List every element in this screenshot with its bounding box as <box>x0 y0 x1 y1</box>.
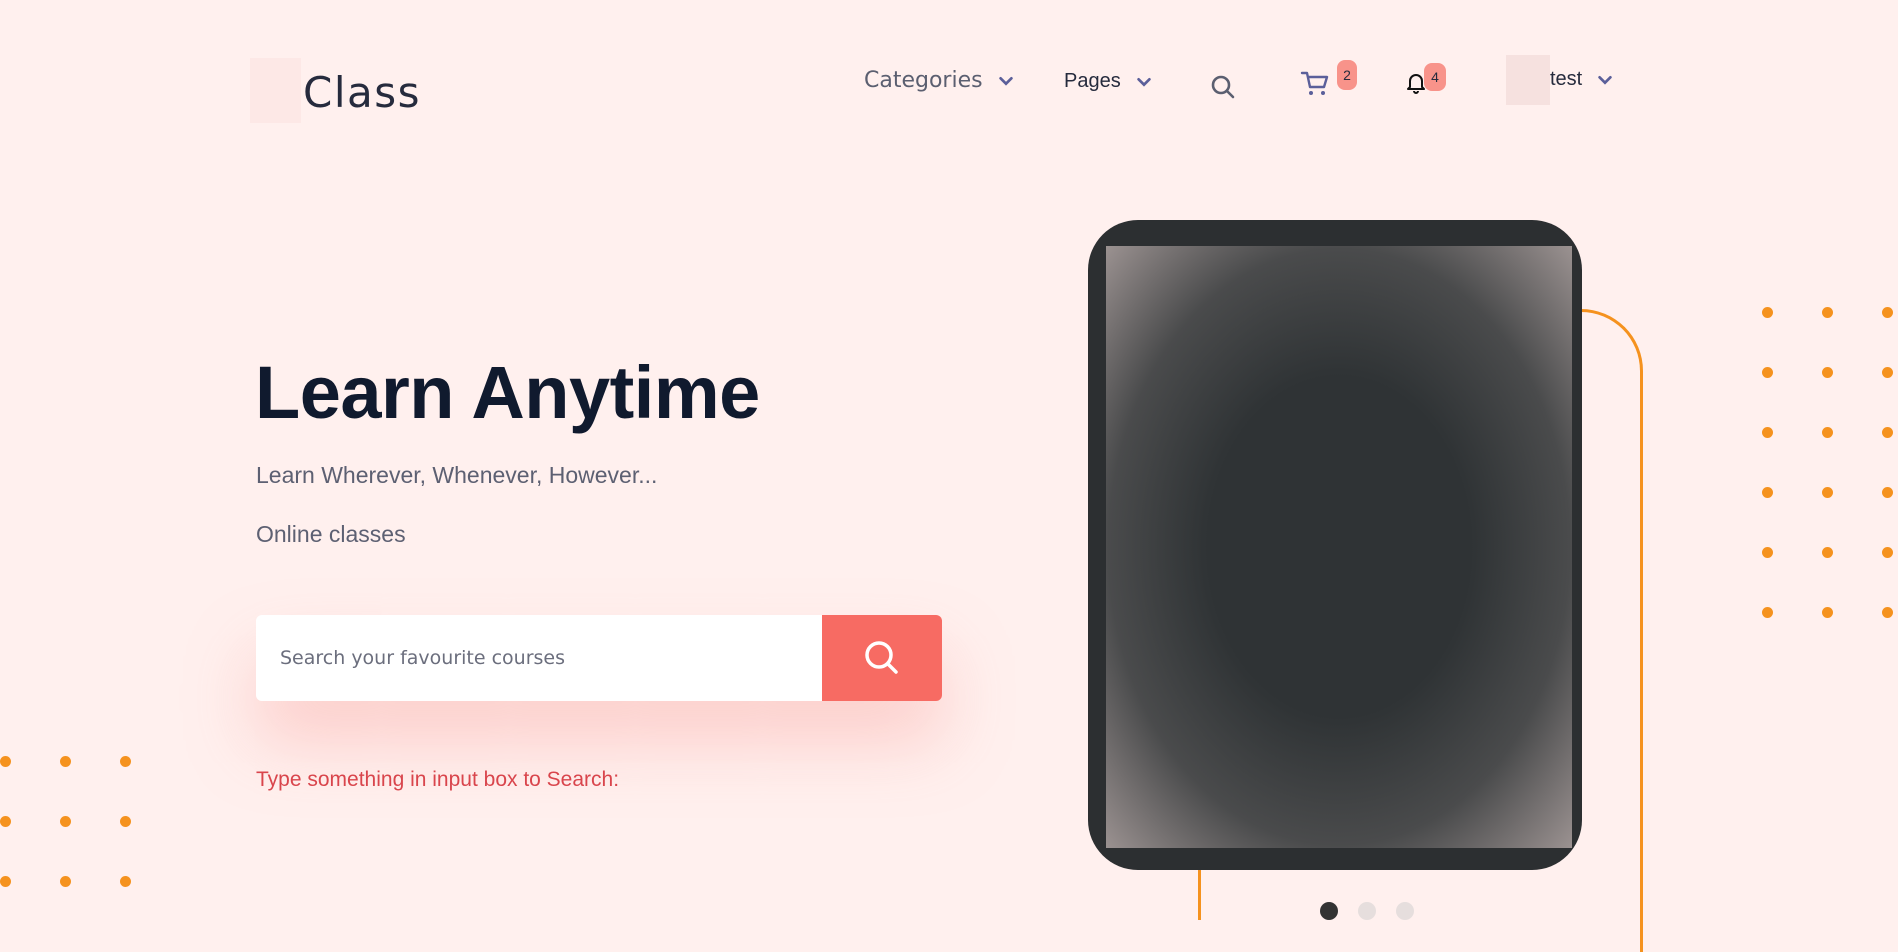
dot <box>60 876 71 887</box>
course-search-button[interactable] <box>822 615 942 701</box>
carousel-dot[interactable] <box>1358 902 1376 920</box>
search-icon[interactable] <box>1210 74 1236 100</box>
dot <box>0 816 11 827</box>
dot <box>1822 547 1833 558</box>
decorative-dot-grid <box>1762 307 1898 667</box>
carousel-indicators <box>1320 902 1414 920</box>
dot <box>1762 367 1773 378</box>
avatar[interactable] <box>1506 55 1550 105</box>
course-search-bar <box>256 615 942 701</box>
nav-pages[interactable]: Pages <box>1064 70 1153 93</box>
dot <box>120 756 131 767</box>
dot <box>1762 427 1773 438</box>
dot <box>1762 547 1773 558</box>
dot <box>1822 607 1833 618</box>
chevron-down-icon <box>998 76 1013 86</box>
nav-categories[interactable]: Categories <box>864 68 1015 93</box>
chevron-down-icon <box>1598 75 1612 85</box>
chevron-down-icon <box>1136 77 1151 87</box>
hero-title: Learn Anytime <box>255 351 760 434</box>
dot <box>1822 487 1833 498</box>
dot <box>0 756 11 767</box>
dot <box>120 876 131 887</box>
dot <box>1882 607 1893 618</box>
decorative-dot-grid <box>0 756 180 936</box>
dot <box>1762 487 1773 498</box>
carousel-dot[interactable] <box>1396 902 1414 920</box>
dot <box>1762 307 1773 318</box>
search-icon <box>865 641 898 674</box>
dot <box>1762 607 1773 618</box>
cart-count-badge: 2 <box>1337 60 1357 90</box>
dot <box>1822 367 1833 378</box>
cart-icon[interactable] <box>1300 68 1330 98</box>
logo-image[interactable] <box>250 58 301 123</box>
carousel-dot[interactable] <box>1320 902 1338 920</box>
user-name: test <box>1550 68 1583 90</box>
dot <box>1882 487 1893 498</box>
dot <box>120 816 131 827</box>
dot <box>1822 427 1833 438</box>
hero-image <box>1106 246 1572 848</box>
course-search-input[interactable] <box>256 615 822 701</box>
dot <box>1882 367 1893 378</box>
brand-name[interactable]: Class <box>303 68 421 117</box>
dot <box>1822 307 1833 318</box>
notification-count-badge: 4 <box>1424 63 1446 91</box>
nav-pages-label: Pages <box>1064 70 1121 92</box>
hero-tagline: Online classes <box>256 521 406 547</box>
nav-categories-label: Categories <box>864 68 983 93</box>
hero-subtitle: Learn Wherever, Whenever, However... <box>256 462 658 488</box>
dot <box>0 876 11 887</box>
hero-image-card <box>1088 220 1582 870</box>
dot <box>1882 427 1893 438</box>
search-hint: Type something in input box to Search: <box>256 768 620 791</box>
dot <box>60 756 71 767</box>
dot <box>1882 307 1893 318</box>
dot <box>1882 547 1893 558</box>
dot <box>60 816 71 827</box>
user-menu[interactable]: test <box>1550 68 1614 91</box>
